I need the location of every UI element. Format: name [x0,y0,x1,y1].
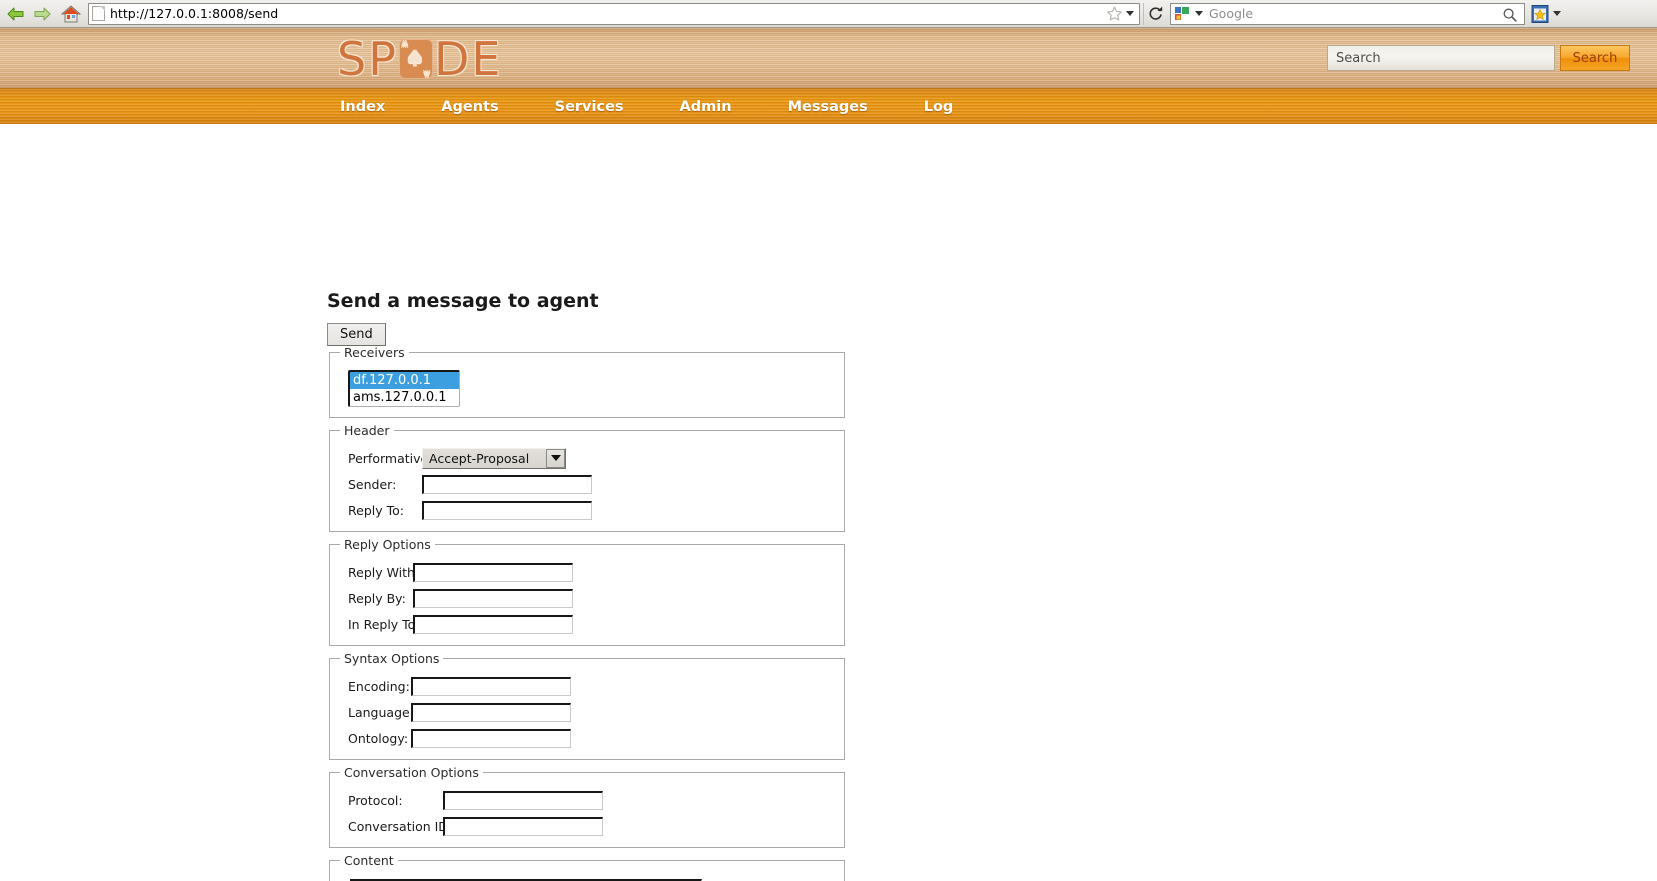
encoding-input[interactable] [411,676,571,696]
reply-by-input[interactable] [413,588,573,608]
language-label: Language: [348,704,414,720]
syntax-options-fieldset: Syntax Options Encoding: Language: Ontol… [329,651,845,760]
site-logo[interactable]: SP A ♠ A DE [337,31,502,86]
card-rank-bottom: A [422,68,430,78]
browser-toolbar: http://127.0.0.1:8008/send Google [0,0,1657,28]
nav-item-admin[interactable]: Admin [680,99,732,115]
star-icon[interactable] [1106,5,1123,22]
reply-with-input[interactable] [413,562,573,582]
url-text: http://127.0.0.1:8008/send [110,6,279,21]
reply-to-input[interactable] [422,500,592,520]
site-header: SP A ♠ A DE Search [0,28,1657,88]
ontology-row: Ontology: [348,727,836,749]
reply-by-label: Reply By: [348,590,406,606]
sender-label: Sender: [348,476,397,492]
in-reply-to-label: In Reply To [348,616,416,632]
site-search-button[interactable]: Search [1560,45,1630,71]
language-input[interactable] [411,702,571,722]
logo-text-pre: SP [337,31,398,86]
encoding-row: Encoding: [348,675,836,697]
reply-with-row: Reply With: [348,561,836,583]
star-dropdown-icon[interactable] [1126,11,1134,16]
search-engine-dropdown-icon[interactable] [1195,11,1203,16]
content-legend: Content [344,853,394,868]
main-navigation: Index Agents Services Admin Messages Log [0,88,1657,124]
send-message-form: Receivers df.127.0.0.1 ams.127.0.0.1 Hea… [329,345,845,881]
ontology-label: Ontology: [348,730,409,746]
forward-button[interactable] [30,2,54,26]
reply-options-legend: Reply Options [344,537,431,552]
browser-search-placeholder: Google [1209,6,1254,21]
nav-item-agents[interactable]: Agents [441,99,498,115]
receivers-option[interactable]: ams.127.0.0.1 [350,389,459,406]
conversation-id-row: Conversation ID: [348,815,836,837]
nav-item-log[interactable]: Log [924,99,954,115]
home-button[interactable] [58,2,84,26]
header-fieldset: Header Performative: Accept-Proposal Sen… [329,423,845,532]
receivers-option[interactable]: df.127.0.0.1 [350,372,459,389]
conversation-options-legend: Conversation Options [344,765,479,780]
performative-select[interactable]: Accept-Proposal [422,447,566,469]
ontology-input[interactable] [411,728,571,748]
conversation-options-fieldset: Conversation Options Protocol: Conversat… [329,765,845,848]
language-row: Language: [348,701,836,723]
send-button[interactable]: Send [327,323,386,346]
sender-row: Sender: [348,473,836,495]
performative-combo[interactable]: Accept-Proposal [422,447,566,469]
nav-item-index[interactable]: Index [340,99,385,115]
reply-to-row: Reply To: [348,499,836,521]
page-content: Send a message to agent Send Receivers d… [0,124,1657,881]
logo-text: SP A ♠ A DE [337,36,502,82]
receivers-fieldset: Receivers df.127.0.0.1 ams.127.0.0.1 [329,345,845,418]
header-legend: Header [344,423,390,438]
nav-item-services[interactable]: Services [555,99,624,115]
forward-arrow-icon [34,7,51,20]
conversation-id-label: Conversation ID: [348,818,453,834]
protocol-label: Protocol: [348,792,403,808]
reply-to-label: Reply To: [348,502,404,518]
content-fieldset: Content [329,853,845,881]
site-search: Search [1327,28,1657,88]
page-title: Send a message to agent [327,290,599,312]
back-arrow-icon [7,7,24,20]
syntax-options-legend: Syntax Options [344,651,440,666]
logo-spade-card-icon: A ♠ A [398,38,433,79]
browser-search-bar[interactable]: Google [1170,2,1525,27]
sender-input[interactable] [422,474,592,494]
reload-icon [1149,6,1163,20]
reload-button[interactable] [1143,2,1167,25]
performative-row: Performative: Accept-Proposal [348,447,836,469]
reply-by-row: Reply By: [348,587,836,609]
nav-item-messages[interactable]: Messages [788,99,868,115]
in-reply-to-input[interactable] [413,614,573,634]
site-search-input[interactable] [1327,45,1555,71]
in-reply-to-row: In Reply To [348,613,836,635]
google-logo-icon [1175,7,1189,20]
receivers-select[interactable]: df.127.0.0.1 ams.127.0.0.1 [348,370,460,407]
receivers-legend: Receivers [344,345,405,360]
bookmarks-star-icon [1531,4,1549,23]
protocol-row: Protocol: [348,789,836,811]
protocol-input[interactable] [443,790,603,810]
bookmarks-button[interactable] [1530,4,1561,24]
url-bar[interactable]: http://127.0.0.1:8008/send [88,2,1140,25]
magnifier-icon[interactable] [1502,7,1518,27]
performative-label: Performative: [348,450,433,466]
logo-text-post: DE [433,31,503,86]
reply-options-fieldset: Reply Options Reply With: Reply By: In R… [329,537,845,646]
home-icon [60,4,82,22]
page-icon [92,6,105,21]
encoding-label: Encoding: [348,678,410,694]
bookmarks-dropdown-icon[interactable] [1553,11,1561,16]
spade-suit-icon: ♠ [405,46,427,71]
reply-with-label: Reply With: [348,564,420,580]
conversation-id-input[interactable] [443,816,603,836]
back-button[interactable] [4,2,28,26]
